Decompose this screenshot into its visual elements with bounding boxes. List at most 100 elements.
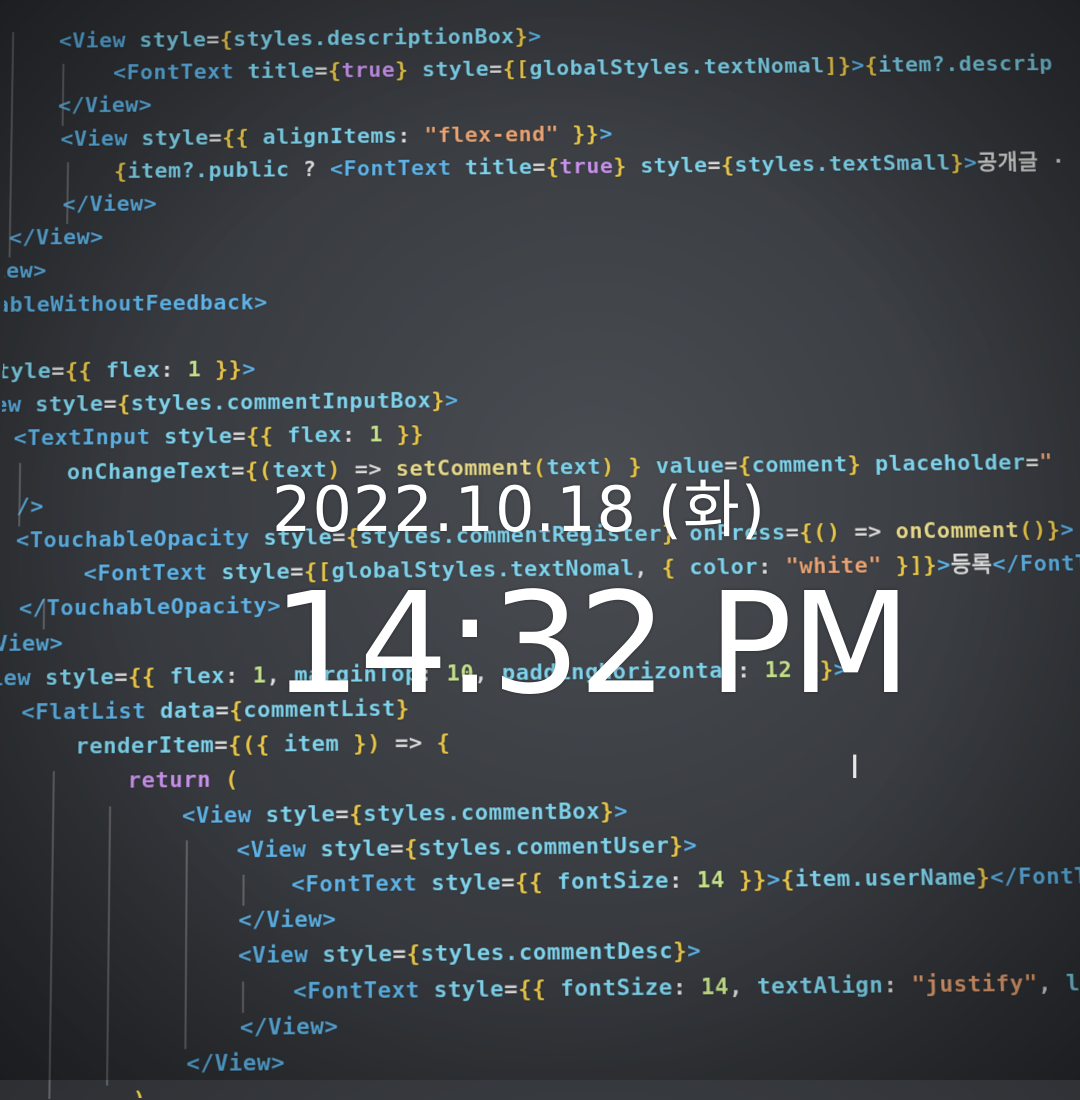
code-token: </View>	[240, 1014, 339, 1041]
code-token: <FontText	[291, 871, 431, 898]
code-token: :	[397, 124, 424, 148]
code-token: {	[546, 155, 560, 179]
code-token: )	[132, 1087, 146, 1099]
code-token: {{	[518, 976, 546, 1002]
code-token: true	[559, 155, 613, 180]
code-line: <FontText style={{ fontSize: 14, textAli…	[293, 971, 1080, 1003]
code-token: >	[851, 54, 865, 78]
code-token: =	[504, 976, 518, 1002]
code-line: tyle={{ flex: 1 }}>	[0, 359, 256, 383]
code-token: >	[242, 357, 256, 382]
code-token: =	[103, 392, 117, 417]
code-token: <View	[238, 943, 322, 970]
code-token: {{	[128, 664, 156, 690]
code-token: {	[349, 801, 363, 827]
code-token: =	[214, 733, 228, 759]
code-token: fontSize	[546, 974, 673, 1001]
code-token: {()	[799, 520, 841, 545]
code-token: }}	[201, 357, 242, 382]
code-token: =	[707, 153, 721, 177]
code-token: style	[45, 665, 115, 691]
code-token: tyle	[0, 359, 51, 384]
code-token: >	[599, 122, 613, 146]
code-token: return	[127, 768, 211, 794]
code-token: {	[865, 54, 879, 78]
code-line: <View style={styles.commentBox}>	[182, 800, 628, 827]
code-token: =	[114, 665, 128, 690]
code-token: lineHe	[1066, 969, 1080, 996]
code-token	[861, 452, 875, 477]
code-line: <TextInput style={{ flex: 1 }}	[13, 425, 424, 451]
code-token: style	[422, 58, 489, 82]
code-token: =	[335, 801, 349, 827]
code-token: style	[640, 154, 708, 179]
code-line: </View>	[9, 228, 104, 250]
code-line: </View>	[62, 194, 157, 216]
code-token: <FontText	[293, 977, 434, 1005]
code-token: >	[445, 389, 459, 414]
code-token: =	[51, 359, 65, 384]
code-token: >	[766, 867, 781, 893]
code-token: }	[395, 59, 409, 83]
code-line: ew style={styles.commentInputBox}>	[0, 391, 459, 417]
code-token: flex	[92, 358, 160, 383]
timestamp-date: 2022.10.18 (화)	[272, 470, 802, 550]
code-token: <View	[60, 127, 141, 152]
code-token: style	[164, 425, 233, 450]
code-token: {	[117, 392, 131, 417]
code-token: })	[339, 731, 381, 757]
code-token: =	[501, 870, 515, 896]
code-token: {{	[222, 125, 249, 149]
code-token: :	[225, 663, 253, 689]
indent-guide	[106, 806, 111, 1086]
code-token: {(	[245, 458, 272, 483]
code-token: :	[160, 358, 187, 383]
code-token: title	[247, 60, 314, 84]
code-token: data	[160, 698, 216, 724]
code-token: {	[721, 153, 735, 177]
code-token: >	[937, 553, 952, 578]
code-token	[408, 58, 422, 82]
code-token: {[	[502, 57, 529, 81]
code-token: :	[342, 423, 369, 448]
code-token: 14	[697, 868, 725, 894]
code-token: </TouchableOpacity>	[19, 594, 281, 622]
code-line: return (	[127, 770, 238, 794]
code-token: =	[231, 458, 245, 483]
code-line: {item?.public ? <FontText title={true} s…	[114, 152, 1066, 183]
code-token: item.userName	[794, 865, 976, 893]
code-token: }	[673, 939, 687, 965]
code-token: styles.textSmall	[734, 151, 950, 177]
code-token: >	[687, 939, 701, 965]
code-token: {	[404, 836, 418, 862]
code-block: <View style={styles.descriptionBox}> <Fon…	[9, 10, 1061, 21]
code-token: }	[613, 154, 627, 178]
code-token: {	[114, 159, 128, 183]
code-token: style	[431, 870, 501, 897]
text-cursor-icon: I	[850, 750, 866, 784]
code-token: renderItem	[75, 733, 214, 760]
code-token: <FlatList	[21, 699, 160, 726]
code-token: >	[614, 798, 628, 824]
code-token: =	[532, 155, 546, 179]
code-token: placeholder	[875, 450, 1026, 476]
code-token: </View>	[58, 94, 152, 119]
code-token: {{	[246, 424, 273, 449]
code-line: View>	[0, 633, 63, 656]
code-token: <TouchableOpacity	[16, 526, 264, 554]
code-token: :	[672, 974, 701, 1000]
code-token: ()}	[1019, 518, 1061, 543]
code-token: }	[950, 151, 964, 175]
code-line: renderItem={({ item }) => {	[75, 732, 450, 758]
code-token: ?	[289, 157, 330, 181]
code-token: styles.descriptionBox	[233, 25, 515, 52]
indent-guide	[43, 599, 45, 629]
code-token: styles.commentDesc	[420, 939, 673, 968]
code-token: <TextInput	[13, 425, 164, 451]
code-token: </View>	[9, 226, 104, 251]
code-token: }	[514, 25, 528, 49]
code-token: style	[266, 801, 336, 827]
code-token: {	[436, 730, 450, 756]
code-token: style	[139, 28, 206, 52]
code-token: <View	[182, 802, 266, 829]
